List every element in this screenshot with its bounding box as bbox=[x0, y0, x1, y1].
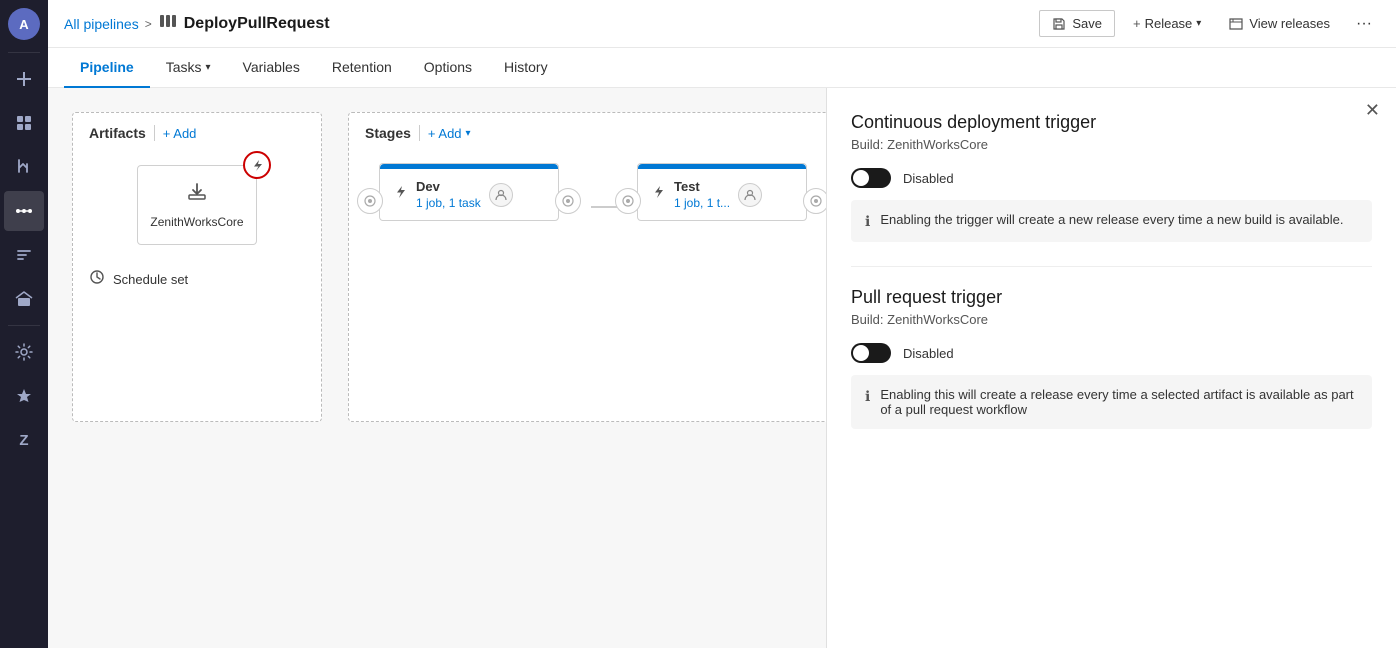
panel-divider bbox=[851, 266, 1372, 267]
release-dropdown-icon: ▾ bbox=[1196, 18, 1201, 29]
cd-info-text: Enabling the trigger will create a new r… bbox=[880, 212, 1343, 230]
view-releases-icon bbox=[1229, 17, 1243, 31]
pr-toggle-row: Disabled bbox=[851, 343, 1372, 363]
sidebar-item-settings[interactable] bbox=[4, 332, 44, 372]
dev-stage-container: Dev 1 job, 1 task bbox=[379, 163, 559, 221]
pipeline-title: DeployPullRequest bbox=[184, 15, 330, 33]
pr-trigger-toggle[interactable] bbox=[851, 343, 891, 363]
right-panel: ✕ Continuous deployment trigger Build: Z… bbox=[826, 88, 1396, 648]
pr-trigger-title: Pull request trigger bbox=[851, 287, 1372, 308]
artifact-download-icon bbox=[186, 181, 208, 209]
dev-stage-icon bbox=[392, 184, 408, 205]
artifact-trigger-button[interactable] bbox=[243, 151, 271, 179]
artifact-card[interactable]: ZenithWorksCore bbox=[137, 165, 257, 245]
release-button[interactable]: + Release ▾ bbox=[1123, 11, 1211, 36]
pre-deploy-test-button[interactable] bbox=[615, 188, 641, 214]
artifacts-panel: Artifacts + Add ZenithWorksCore bbox=[72, 112, 322, 422]
tab-variables[interactable]: Variables bbox=[227, 48, 316, 88]
test-stage-card[interactable]: Test 1 job, 1 t... bbox=[637, 163, 807, 221]
stages-header-divider bbox=[419, 125, 420, 141]
sidebar: A Z bbox=[0, 0, 48, 648]
test-stage-name: Test bbox=[674, 179, 730, 194]
breadcrumb: All pipelines > DeployPullRequest bbox=[64, 11, 330, 36]
pr-toggle-label: Disabled bbox=[903, 346, 954, 361]
topbar-actions: Save + Release ▾ View releases ··· bbox=[1039, 10, 1380, 38]
test-stage-body: Test 1 job, 1 t... bbox=[638, 169, 806, 220]
lightning-icon bbox=[251, 159, 264, 172]
cd-trigger-title: Continuous deployment trigger bbox=[851, 112, 1372, 133]
sidebar-item-z[interactable]: Z bbox=[4, 420, 44, 460]
cd-toggle-label: Disabled bbox=[903, 171, 954, 186]
stages-panel: Stages + Add ▾ bbox=[348, 112, 838, 422]
schedule-item[interactable]: Schedule set bbox=[73, 257, 321, 302]
stages-add-dropdown-icon: ▾ bbox=[466, 128, 471, 139]
dev-stage-card[interactable]: Dev 1 job, 1 task bbox=[379, 163, 559, 221]
pr-trigger-info-box: ℹ Enabling this will create a release ev… bbox=[851, 375, 1372, 429]
save-icon bbox=[1052, 17, 1066, 31]
dev-stage-meta: 1 job, 1 task bbox=[416, 196, 481, 210]
tab-tasks[interactable]: Tasks ▾ bbox=[150, 48, 227, 88]
tab-history[interactable]: History bbox=[488, 48, 564, 88]
pr-info-icon: ℹ bbox=[865, 388, 870, 417]
more-button[interactable]: ··· bbox=[1348, 10, 1380, 38]
pipeline-icon bbox=[158, 11, 178, 36]
view-releases-button[interactable]: View releases bbox=[1219, 11, 1340, 36]
avatar[interactable]: A bbox=[8, 8, 40, 40]
sidebar-item-extra[interactable] bbox=[4, 376, 44, 416]
sidebar-item-repos[interactable] bbox=[4, 147, 44, 187]
dev-stage-name: Dev bbox=[416, 179, 481, 194]
navtabs: Pipeline Tasks ▾ Variables Retention Opt… bbox=[48, 48, 1396, 88]
tab-pipeline[interactable]: Pipeline bbox=[64, 48, 150, 88]
cd-trigger-build: Build: ZenithWorksCore bbox=[851, 137, 1372, 152]
tasks-dropdown-icon: ▾ bbox=[205, 62, 210, 73]
sidebar-item-add[interactable] bbox=[4, 59, 44, 99]
sidebar-item-testplans[interactable] bbox=[4, 235, 44, 275]
cd-trigger-toggle[interactable] bbox=[851, 168, 891, 188]
artifacts-header: Artifacts + Add bbox=[73, 113, 321, 153]
header-divider bbox=[154, 125, 155, 141]
test-stage-info: Test 1 job, 1 t... bbox=[674, 179, 730, 210]
cd-info-icon: ℹ bbox=[865, 213, 870, 230]
artifact-card-container: ZenithWorksCore bbox=[137, 165, 257, 245]
cd-trigger-info-box: ℹ Enabling the trigger will create a new… bbox=[851, 200, 1372, 242]
main-content: All pipelines > DeployPullRequest Save +… bbox=[48, 0, 1396, 648]
tab-options[interactable]: Options bbox=[408, 48, 488, 88]
cd-trigger-section: Continuous deployment trigger Build: Zen… bbox=[851, 112, 1372, 242]
pipeline-canvas: Artifacts + Add ZenithWorksCore bbox=[48, 88, 848, 648]
dev-stage-avatar bbox=[489, 183, 513, 207]
release-plus-icon: + bbox=[1133, 16, 1141, 31]
sidebar-divider-2 bbox=[8, 325, 40, 326]
pre-deploy-dev-button[interactable] bbox=[357, 188, 383, 214]
test-stage-icon bbox=[650, 184, 666, 205]
test-stage-container: Test 1 job, 1 t... bbox=[637, 163, 807, 221]
breadcrumb-parent[interactable]: All pipelines bbox=[64, 16, 139, 32]
stages-add-button[interactable]: + Add ▾ bbox=[428, 126, 471, 141]
sidebar-item-artifacts[interactable] bbox=[4, 279, 44, 319]
sidebar-item-pipelines[interactable] bbox=[4, 191, 44, 231]
sidebar-divider bbox=[8, 52, 40, 53]
schedule-icon bbox=[89, 269, 105, 290]
test-stage-avatar bbox=[738, 183, 762, 207]
stages-header: Stages + Add ▾ bbox=[349, 113, 837, 153]
save-button[interactable]: Save bbox=[1039, 10, 1115, 37]
dev-stage-info: Dev 1 job, 1 task bbox=[416, 179, 481, 210]
breadcrumb-separator: > bbox=[145, 17, 152, 31]
cd-toggle-row: Disabled bbox=[851, 168, 1372, 188]
pr-trigger-section: Pull request trigger Build: ZenithWorksC… bbox=[851, 287, 1372, 429]
artifacts-add-button[interactable]: + Add bbox=[163, 126, 197, 141]
topbar: All pipelines > DeployPullRequest Save +… bbox=[48, 0, 1396, 48]
tab-retention[interactable]: Retention bbox=[316, 48, 408, 88]
dev-stage-body: Dev 1 job, 1 task bbox=[380, 169, 558, 220]
pr-info-text: Enabling this will create a release ever… bbox=[880, 387, 1358, 417]
test-stage-meta: 1 job, 1 t... bbox=[674, 196, 730, 210]
sidebar-item-boards[interactable] bbox=[4, 103, 44, 143]
post-deploy-dev-button[interactable] bbox=[555, 188, 581, 214]
pr-trigger-build: Build: ZenithWorksCore bbox=[851, 312, 1372, 327]
close-button[interactable]: ✕ bbox=[1365, 100, 1380, 121]
